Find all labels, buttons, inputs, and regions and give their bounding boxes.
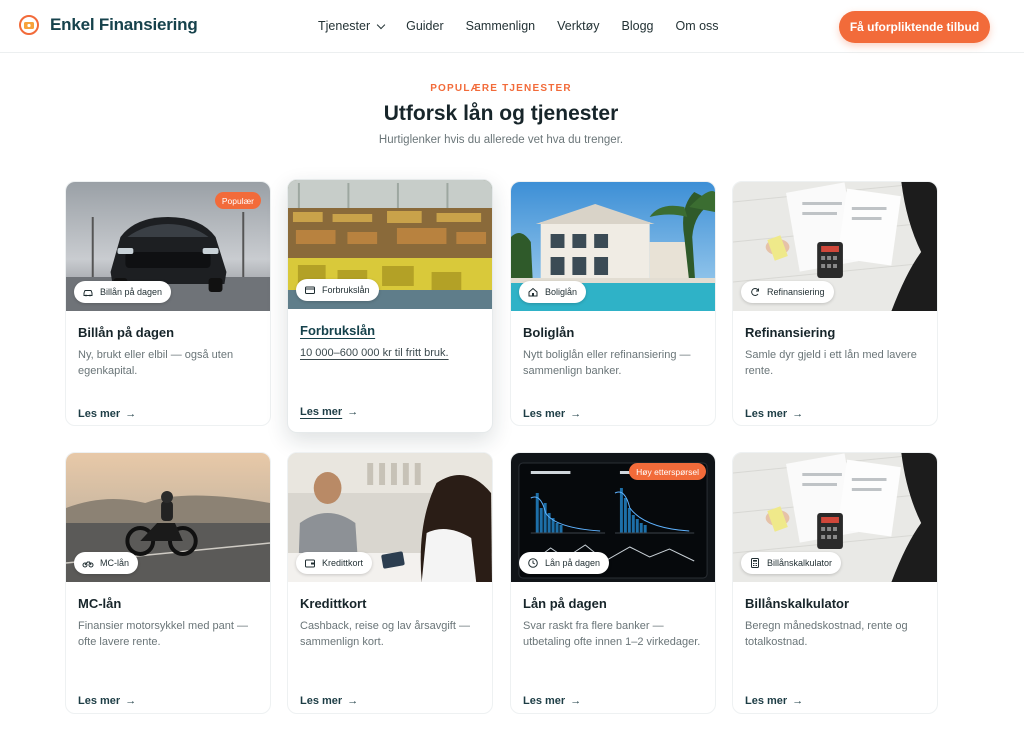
- arrow-right-icon: →: [347, 695, 359, 707]
- section-title: Utforsk lån og tjenester: [383, 102, 619, 125]
- category-tag: Lån på dagen: [519, 552, 610, 574]
- nav-item-blogg[interactable]: Blogg: [622, 19, 654, 33]
- calculator-icon: [751, 558, 759, 568]
- motorcycle-icon: [82, 561, 94, 568]
- card-title: Refinansiering: [745, 325, 836, 340]
- read-more-link[interactable]: Les mer →: [745, 695, 803, 707]
- tag-label: Refinansiering: [767, 287, 825, 297]
- read-more-label: Les mer: [300, 695, 343, 707]
- arrow-right-icon: →: [792, 408, 804, 420]
- arrow-right-icon: →: [792, 695, 804, 707]
- category-tag: Billån på dagen: [74, 281, 172, 303]
- tag-label: Billån på dagen: [100, 287, 163, 297]
- tag-label: Kredittkort: [322, 558, 364, 568]
- section-subtitle: Hurtiglenker hvis du allerede vet hva du…: [378, 134, 624, 146]
- card-title: Boliglån: [523, 325, 575, 340]
- read-more-link[interactable]: Les mer →: [78, 695, 136, 707]
- nav-item-sammenlign[interactable]: Sammenlign: [466, 19, 535, 33]
- card-description: Svar raskt fra flere banker — utbetaling…: [523, 620, 701, 648]
- card-refinansiering[interactable]: Refinansiering Refinansiering Samle dyr …: [732, 181, 938, 426]
- read-more-label: Les mer: [523, 695, 566, 707]
- tag-label: MC-lån: [100, 558, 130, 568]
- get-offer-button[interactable]: Få uforpliktende tilbud: [839, 11, 990, 43]
- read-more-link[interactable]: Les mer →: [300, 695, 358, 707]
- card-title: Kredittkort: [300, 596, 367, 611]
- read-more-label: Les mer: [745, 695, 788, 707]
- read-more-link[interactable]: Les mer →: [523, 408, 581, 420]
- read-more-link[interactable]: Les mer →: [745, 408, 803, 420]
- arrow-right-icon: →: [347, 406, 359, 418]
- clock-icon: [528, 558, 538, 568]
- nav-item-tjenester[interactable]: Tjenester: [318, 19, 386, 33]
- read-more-label: Les mer: [78, 408, 121, 420]
- tag-label: Billånskalkulator: [767, 558, 833, 568]
- card-description: Samle dyr gjeld i ett lån med lavere ren…: [745, 349, 917, 377]
- card-image: Forbrukslån: [288, 180, 492, 309]
- category-tag: MC-lån: [74, 552, 139, 574]
- read-more-link[interactable]: Les mer →: [78, 408, 136, 420]
- card-billanskalkulator[interactable]: Billånskalkulator Billånskalkulator Bere…: [732, 452, 938, 714]
- nav-label: Tjenester: [318, 19, 371, 33]
- card-description: Cashback, reise og lav årsavgift — samme…: [300, 620, 470, 648]
- card-mc-lan[interactable]: MC-lån MC-lån Finansier motorsykkel med …: [65, 452, 271, 714]
- card-description: Nytt boliglån eller refinansiering — sam…: [523, 349, 691, 377]
- read-more-label: Les mer: [523, 408, 566, 420]
- arrow-right-icon: →: [125, 695, 137, 707]
- car-icon: [83, 290, 93, 297]
- card-image: Boliglån: [511, 182, 715, 311]
- brand-name: Enkel Finansiering: [50, 15, 198, 34]
- arrow-right-icon: →: [125, 408, 137, 420]
- top-navigation-bar: Enkel Finansiering Tjenester Guider Samm…: [0, 0, 1024, 53]
- category-tag: Refinansiering: [741, 281, 834, 303]
- card-image: Populær Billån på dagen: [66, 182, 270, 311]
- tag-label: Boliglån: [545, 287, 578, 297]
- logo[interactable]: Enkel Finansiering: [17, 13, 198, 37]
- card-title: MC-lån: [78, 596, 122, 611]
- category-tag: Forbrukslån: [296, 279, 379, 301]
- card-image: Refinansiering: [733, 182, 937, 311]
- chevron-down-icon: [376, 20, 386, 29]
- tag-label: Lån på dagen: [545, 558, 601, 568]
- card-image: Kredittkort: [288, 453, 492, 582]
- arrow-right-icon: →: [570, 408, 582, 420]
- tag-label: Forbrukslån: [322, 285, 370, 295]
- read-more-label: Les mer: [78, 695, 121, 707]
- card-description: Beregn månedskostnad, rente og totalkost…: [745, 620, 908, 648]
- card-lan-pa-dagen[interactable]: Høy etterspørsel Lån på dagen Lån på dag…: [510, 452, 716, 714]
- logo-icon: [19, 15, 39, 35]
- card-title: Billånskalkulator: [745, 596, 850, 611]
- read-more-label: Les mer: [745, 408, 788, 420]
- category-tag: Boliglån: [519, 281, 587, 303]
- card-billan[interactable]: Populær Billån på dagen Billån på dagen …: [65, 181, 271, 426]
- card-image: Høy etterspørsel Lån på dagen: [511, 453, 715, 582]
- main-nav: Tjenester Guider Sammenlign Verktøy Blog…: [318, 19, 719, 33]
- section-eyebrow: POPULÆRE TJENESTER: [430, 83, 572, 94]
- nav-item-guider[interactable]: Guider: [406, 19, 444, 33]
- card-description: 10 000–600 000 kr til fritt bruk.: [300, 347, 449, 359]
- read-more-label: Les mer: [300, 406, 343, 418]
- card-title: Forbrukslån: [300, 323, 376, 338]
- wallet-icon: [305, 559, 315, 568]
- card-title: Lån på dagen: [523, 596, 607, 611]
- card-description: Finansier motorsykkel med pant — ofte la…: [78, 620, 248, 648]
- card-boliglan[interactable]: Boliglån Boliglån Nytt boliglån eller re…: [510, 181, 716, 426]
- high-demand-badge: Høy etterspørsel: [629, 463, 706, 480]
- card-title: Billån på dagen: [78, 325, 175, 340]
- home-icon: [528, 287, 538, 297]
- category-tag: Kredittkort: [296, 552, 373, 574]
- read-more-link[interactable]: Les mer →: [523, 695, 581, 707]
- card-description: Ny, brukt eller elbil — også uten egenka…: [78, 349, 234, 377]
- card-image: MC-lån: [66, 453, 270, 582]
- nav-item-om-oss[interactable]: Om oss: [675, 19, 718, 33]
- popular-badge: Populær: [214, 192, 261, 209]
- card-forbrukslan[interactable]: Forbrukslån Forbrukslån 10 000–600 000 k…: [287, 179, 493, 433]
- refresh-icon: [751, 287, 759, 296]
- category-tag: Billånskalkulator: [741, 552, 842, 574]
- read-more-link[interactable]: Les mer →: [300, 406, 358, 418]
- credit-card-icon: [305, 286, 315, 294]
- nav-item-verktoy[interactable]: Verktøy: [557, 19, 599, 33]
- arrow-right-icon: →: [570, 695, 582, 707]
- card-kredittkort[interactable]: Kredittkort Kredittkort Cashback, reise …: [287, 452, 493, 714]
- card-image: Billånskalkulator: [733, 453, 937, 582]
